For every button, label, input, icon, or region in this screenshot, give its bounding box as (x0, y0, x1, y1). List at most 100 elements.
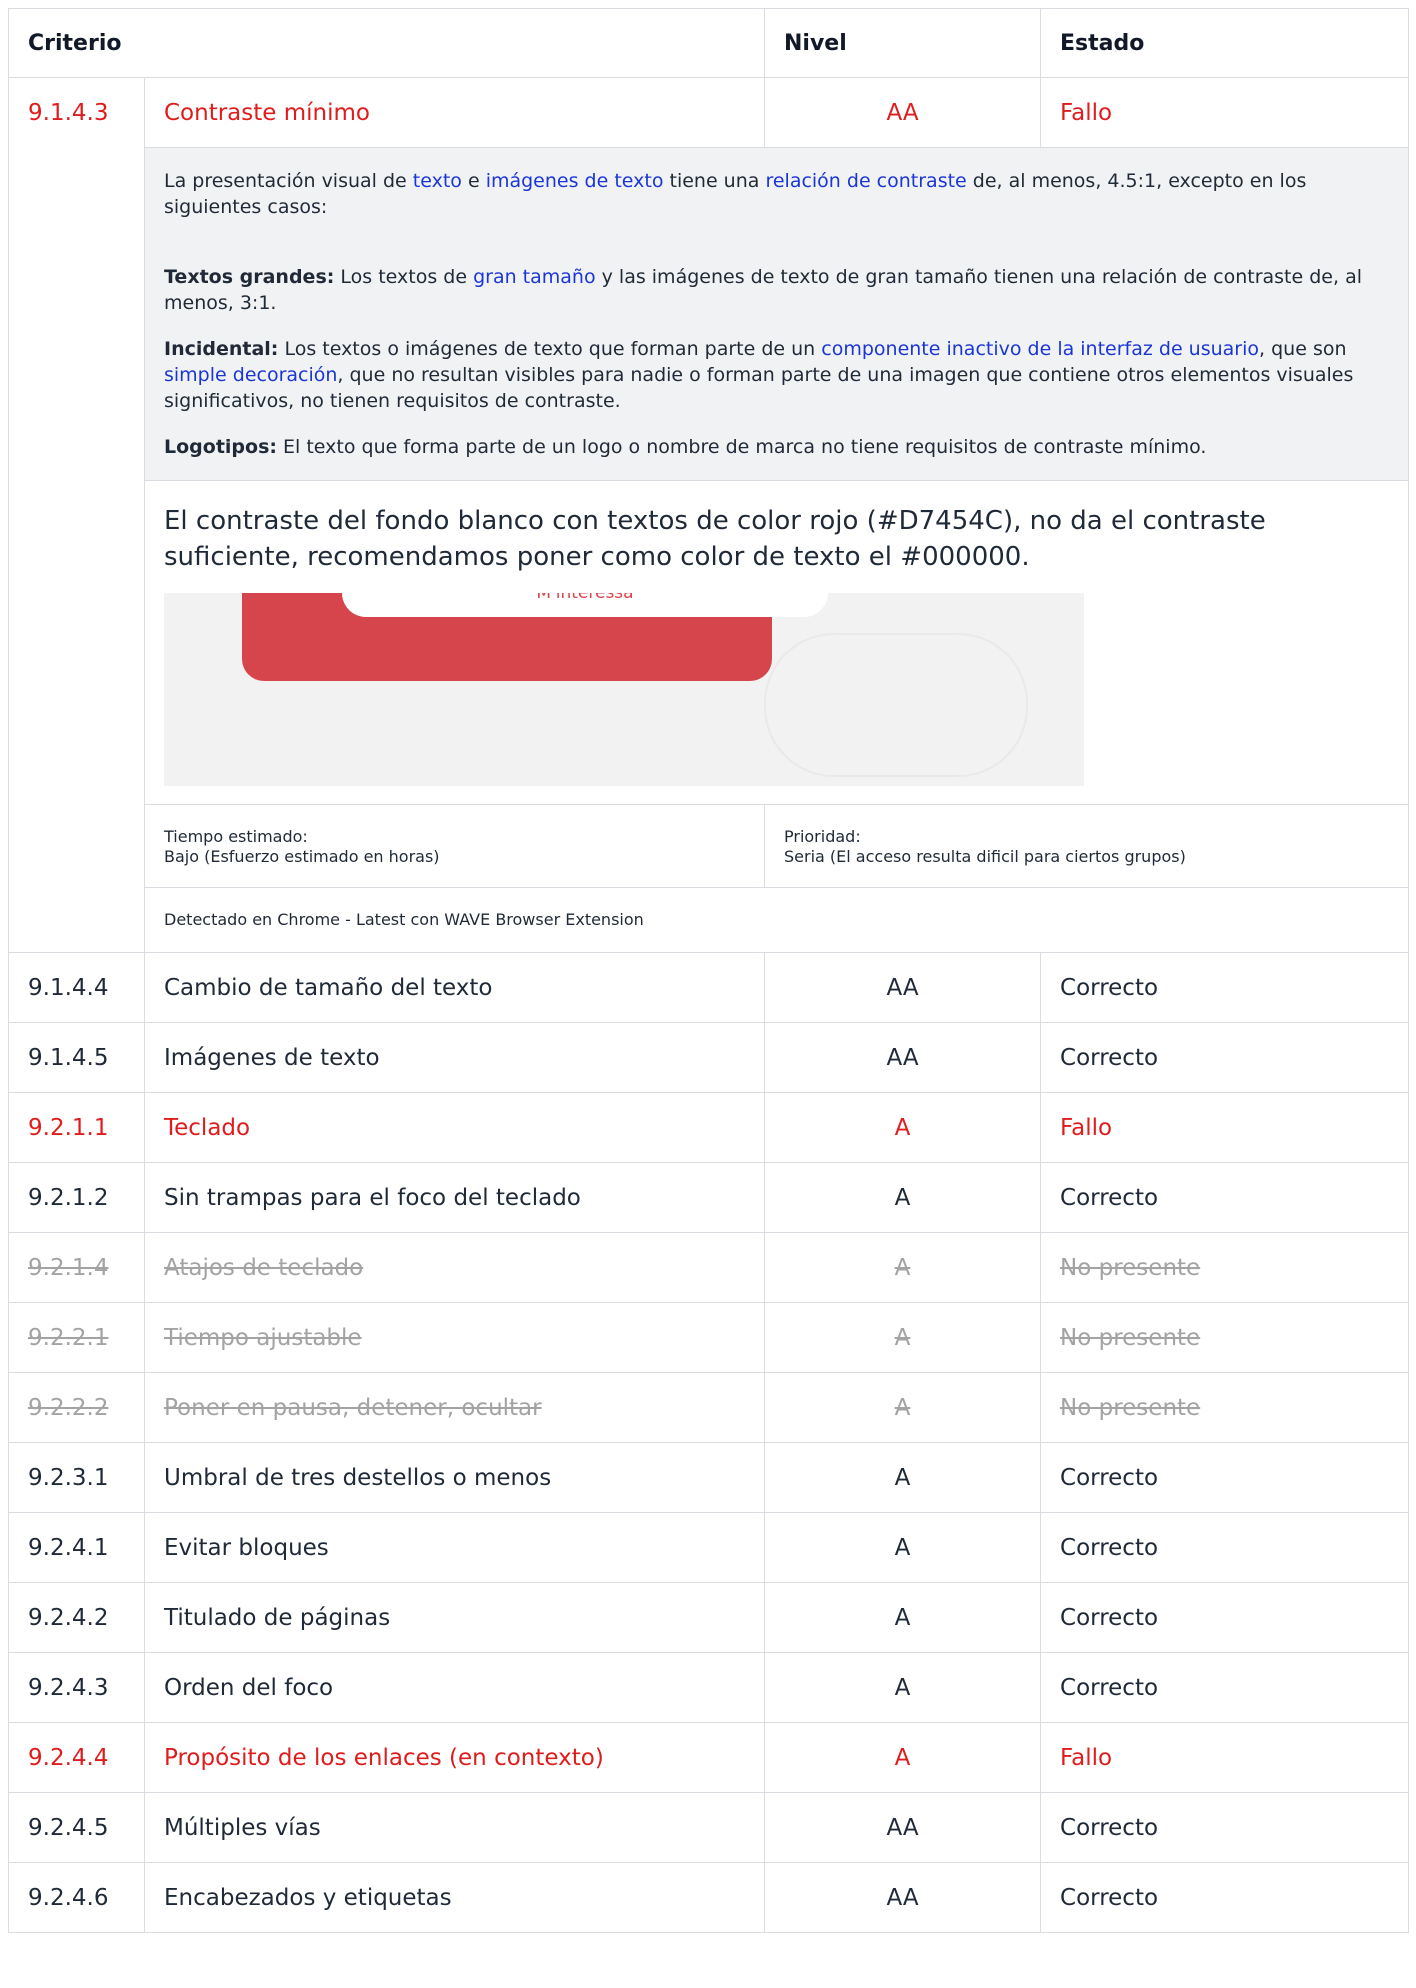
criterion-name[interactable]: Tiempo ajustable (143, 1302, 766, 1373)
criterion-name[interactable]: Sin trampas para el foco del teclado (143, 1162, 766, 1233)
detail-row: La presentación visual de texto e imágen… (9, 147, 1410, 953)
time-label: Tiempo estimado: (164, 827, 308, 846)
table-row[interactable]: 9.2.2.1 Tiempo ajustable A No presente (8, 1302, 1410, 1373)
table-row[interactable]: 9.2.1.4 Atajos de teclado A No presente (8, 1232, 1410, 1303)
table-row[interactable]: 9.2.4.5 Múltiples vías AA Correcto (8, 1792, 1410, 1863)
criterion-status: Correcto (1040, 1652, 1410, 1723)
criterion-level: A (764, 1442, 1042, 1513)
time-estimate: Tiempo estimado: Bajo (Esfuerzo estimado… (145, 805, 765, 887)
table-row[interactable]: 9.2.4.2 Titulado de páginas A Correcto (8, 1582, 1410, 1653)
finding-panel: El contraste del fondo blanco con textos… (145, 481, 1408, 804)
criterion-status: Correcto (1040, 1162, 1410, 1233)
finding-text: El contraste del fondo blanco con textos… (164, 506, 1266, 572)
description-paragraph: La presentación visual de texto e imágen… (164, 170, 1307, 218)
table-header-row: Criterio Nivel Estado (7, 8, 1410, 78)
criterion-level: A (764, 1302, 1042, 1373)
table-row[interactable]: 9.2.4.4 Propósito de los enlaces (en cont… (8, 1722, 1410, 1793)
criterion-id: 9.2.1.4 (8, 1232, 145, 1303)
criteria-table: Criterio Nivel Estado 9.1.4.3 Contraste … (7, 8, 1410, 1933)
watermark-shape (764, 633, 1028, 777)
link-imagenes-de-texto[interactable]: imágenes de texto (486, 170, 664, 192)
criterion-level: A (764, 1162, 1042, 1233)
table-row[interactable]: 9.1.4.5 Imágenes de texto AA Correcto (8, 1022, 1410, 1093)
criterion-status: Fallo (1040, 1092, 1410, 1163)
criterion-status: Correcto (1040, 1512, 1410, 1583)
header-nivel: Nivel (764, 8, 1042, 78)
criterion-status: No presente (1040, 1232, 1410, 1303)
criterion-id: 9.2.2.2 (8, 1372, 145, 1443)
criterion-level: A (764, 1092, 1042, 1163)
table-row[interactable]: 9.2.2.2 Poner en pausa, detener, ocultar A… (8, 1372, 1410, 1443)
table-row[interactable]: 9.2.1.1 Teclado A Fallo (8, 1092, 1410, 1163)
table-row[interactable]: 9.1.4.4 Cambio de tamaño del texto AA Corre… (8, 952, 1410, 1023)
criterion-name[interactable]: Atajos de teclado (143, 1232, 766, 1303)
criterion-id: 9.2.2.1 (8, 1302, 145, 1373)
screenshot-card: M'interessa (242, 593, 828, 681)
estimation-row: Tiempo estimado: Bajo (Esfuerzo estimado… (145, 804, 1409, 887)
criterion-name[interactable]: Propósito de los enlaces (en contexto) (143, 1722, 766, 1793)
criterion-name[interactable]: Encabezados y etiquetas (143, 1862, 766, 1933)
criterion-name[interactable]: Poner en pausa, detener, ocultar (143, 1372, 766, 1443)
criterion-status: Correcto (1040, 1442, 1410, 1513)
criterion-id: 9.2.4.4 (8, 1722, 145, 1793)
criterion-status: Correcto (1040, 1792, 1410, 1863)
priority-label: Prioridad: (784, 827, 861, 846)
description-large-text: Textos grandes: Los textos de gran tamañ… (164, 266, 1362, 314)
criterion-id: 9.2.1.1 (8, 1092, 145, 1163)
criterion-name[interactable]: Contraste mínimo (143, 77, 766, 148)
table-row[interactable]: 9.2.4.6 Encabezados y etiquetas AA Correcto (8, 1862, 1410, 1933)
criterion-status: Correcto (1040, 1582, 1410, 1653)
detected-note: Detectado en Chrome - Latest con WAVE Br… (145, 887, 1409, 952)
criterion-status: No presente (1040, 1372, 1410, 1443)
table-row[interactable]: 9.2.4.3 Orden del foco A Correcto (8, 1652, 1410, 1723)
description-logotipos: Logotipos: El texto que forma parte de u… (164, 436, 1207, 458)
criterion-id: 9.2.4.3 (8, 1652, 145, 1723)
criterion-description: La presentación visual de texto e imágen… (145, 148, 1409, 481)
criterion-level: A (764, 1722, 1042, 1793)
criterion-status: Correcto (1040, 1862, 1410, 1933)
criterion-level: A (764, 1372, 1042, 1443)
criterion-id: 9.2.3.1 (8, 1442, 145, 1513)
criterion-id: 9.2.4.6 (8, 1862, 145, 1933)
evidence-screenshot: M'interessa (164, 593, 1084, 786)
criterion-name[interactable]: Teclado (143, 1092, 766, 1163)
criterion-status: Fallo (1040, 1722, 1410, 1793)
link-simple-decoracion[interactable]: simple decoración (164, 364, 337, 386)
criterion-level: A (764, 1512, 1042, 1583)
table-row[interactable]: 9.2.1.2 Sin trampas para el foco del tecl… (8, 1162, 1410, 1233)
criterion-status: Correcto (1040, 1022, 1410, 1093)
criterion-level: A (764, 1232, 1042, 1303)
criterion-name[interactable]: Imágenes de texto (143, 1022, 766, 1093)
link-texto[interactable]: texto (413, 170, 462, 192)
criterion-name[interactable]: Evitar bloques (143, 1512, 766, 1583)
priority-value: Seria (El acceso resulta dificil para ci… (784, 847, 1186, 866)
criterion-level: AA (764, 1862, 1042, 1933)
table-row[interactable]: 9.2.4.1 Evitar bloques A Correcto (8, 1512, 1410, 1583)
criterion-id: 9.2.4.2 (8, 1582, 145, 1653)
criterion-level: AA (764, 77, 1042, 148)
time-value: Bajo (Esfuerzo estimado en horas) (164, 847, 440, 866)
criterion-name[interactable]: Cambio de tamaño del texto (143, 952, 766, 1023)
criterion-id: 9.1.4.3 (8, 77, 145, 953)
criterion-name[interactable]: Titulado de páginas (143, 1582, 766, 1653)
criterion-name[interactable]: Múltiples vías (143, 1792, 766, 1863)
priority: Prioridad: Seria (El acceso resulta difi… (765, 805, 1405, 887)
detail-panel: La presentación visual de texto e imágen… (143, 147, 1410, 953)
criterion-level: A (764, 1652, 1042, 1723)
link-componente-inactivo[interactable]: componente inactivo de la interfaz de us… (821, 338, 1259, 360)
header-estado: Estado (1040, 8, 1410, 78)
link-relacion-de-contraste[interactable]: relación de contraste (765, 170, 966, 192)
header-criterio: Criterio (7, 8, 766, 78)
criterion-status: No presente (1040, 1302, 1410, 1373)
table-row-expanded[interactable]: 9.1.4.3 Contraste mínimo AA Fallo (8, 77, 1410, 953)
criterion-id: 9.1.4.5 (8, 1022, 145, 1093)
screenshot-button: M'interessa (342, 593, 828, 617)
criterion-name[interactable]: Orden del foco (143, 1652, 766, 1723)
criterion-id: 9.2.1.2 (8, 1162, 145, 1233)
criterion-status: Correcto (1040, 952, 1410, 1023)
table-row[interactable]: 9.2.3.1 Umbral de tres destellos o menos A… (8, 1442, 1410, 1513)
criterion-level: AA (764, 1022, 1042, 1093)
criterion-name[interactable]: Umbral de tres destellos o menos (143, 1442, 766, 1513)
link-gran-tamano[interactable]: gran tamaño (473, 266, 596, 288)
description-incidental: Incidental: Los textos o imágenes de tex… (164, 338, 1354, 412)
